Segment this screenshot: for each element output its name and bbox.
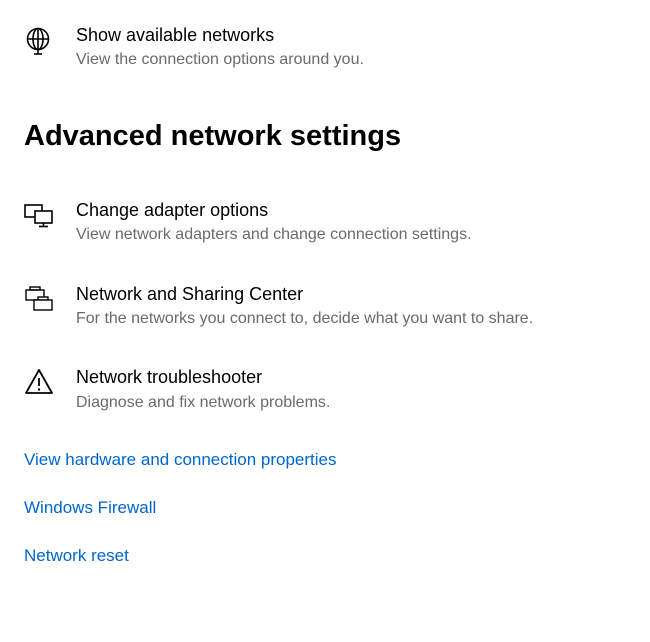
hardware-properties-link[interactable]: View hardware and connection properties [24, 450, 626, 470]
monitors-icon [24, 199, 58, 231]
change-adapter-option[interactable]: Change adapter options View network adap… [24, 199, 626, 247]
warning-icon [24, 366, 58, 396]
sharing-center-title: Network and Sharing Center [76, 283, 626, 306]
windows-firewall-link[interactable]: Windows Firewall [24, 498, 626, 518]
section-heading: Advanced network settings [24, 120, 626, 153]
change-adapter-title: Change adapter options [76, 199, 626, 222]
printers-icon [24, 283, 58, 315]
sharing-center-subtitle: For the networks you connect to, decide … [76, 308, 626, 330]
troubleshooter-subtitle: Diagnose and fix network problems. [76, 392, 626, 414]
troubleshooter-title: Network troubleshooter [76, 366, 626, 389]
network-reset-link[interactable]: Network reset [24, 546, 626, 566]
show-networks-subtitle: View the connection options around you. [76, 49, 626, 71]
sharing-center-option[interactable]: Network and Sharing Center For the netwo… [24, 283, 626, 331]
globe-icon [24, 24, 58, 56]
show-networks-option[interactable]: Show available networks View the connect… [24, 24, 626, 72]
change-adapter-subtitle: View network adapters and change connect… [76, 224, 626, 246]
show-networks-title: Show available networks [76, 24, 626, 47]
troubleshooter-option[interactable]: Network troubleshooter Diagnose and fix … [24, 366, 626, 414]
